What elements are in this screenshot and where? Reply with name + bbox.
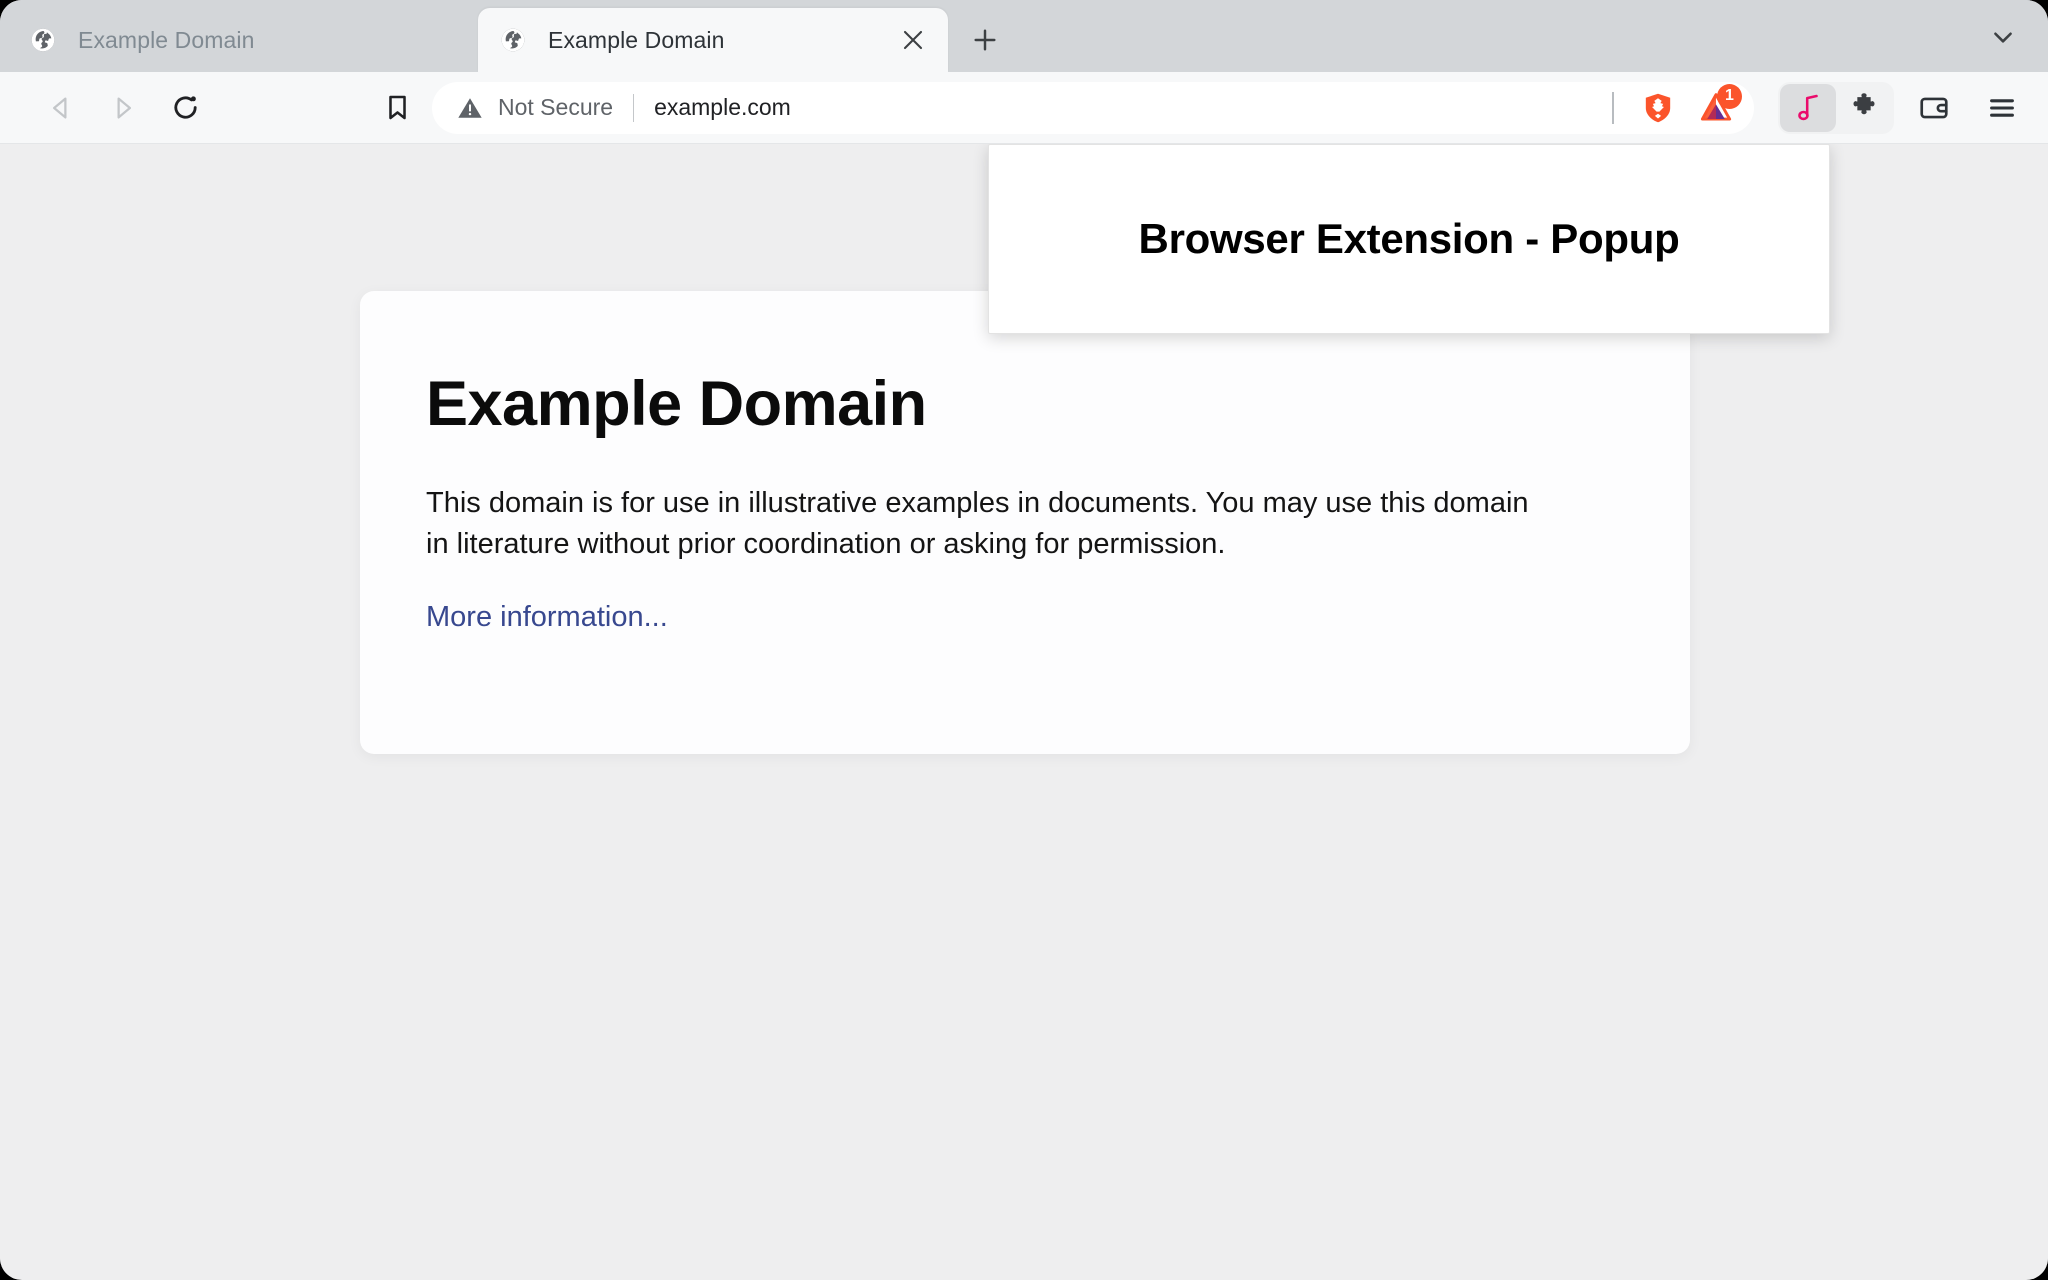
bookmark-icon	[388, 95, 406, 120]
address-bar[interactable]: Not Secure example.com 1	[432, 81, 1754, 134]
page-viewport: Example Domain This domain is for use in…	[0, 144, 2048, 1279]
page-title: Example Domain	[426, 369, 927, 439]
toolbar-actions	[1778, 81, 2030, 134]
omnibox-divider	[633, 93, 635, 122]
tab-strip: Example Domain Example Domain	[0, 0, 2048, 72]
security-indicator[interactable]: Not Secure	[456, 94, 613, 122]
extension-popup[interactable]: Browser Extension - Popup	[988, 144, 1830, 334]
wallet-button[interactable]	[1906, 84, 1962, 132]
more-information-link[interactable]: More information...	[426, 601, 668, 634]
not-secure-label: Not Secure	[498, 94, 614, 120]
back-button[interactable]	[36, 83, 86, 133]
popup-title: Browser Extension - Popup	[1138, 215, 1680, 262]
new-tab-button[interactable]	[962, 17, 1008, 63]
omnibox-actions: 1	[1612, 83, 1744, 130]
globe-icon	[501, 28, 525, 52]
forward-arrow-icon	[117, 97, 131, 118]
tab-example-domain-1[interactable]: Example Domain	[8, 8, 478, 72]
warning-triangle-icon	[458, 97, 482, 118]
forward-button[interactable]	[98, 83, 148, 133]
brave-shields-icon	[1645, 93, 1671, 122]
plus-icon	[974, 29, 996, 51]
omnibox-actions-divider	[1612, 91, 1614, 124]
close-icon[interactable]	[896, 23, 930, 57]
close-icon-glyph	[903, 30, 923, 50]
rewards-badge: 1	[1717, 83, 1742, 109]
browser-window: Example Domain Example Domain Not Secure…	[0, 0, 2048, 1280]
url-text[interactable]: example.com	[654, 94, 1600, 121]
navigation-toolbar: Not Secure example.com 1	[0, 72, 2048, 144]
tab-example-domain-2[interactable]: Example Domain	[478, 8, 948, 72]
extensions-button[interactable]	[1836, 84, 1892, 132]
app-menu-button[interactable]	[1974, 84, 2030, 132]
puzzle-piece-icon	[1853, 92, 1875, 114]
example-domain-card: Example Domain This domain is for use in…	[360, 291, 1690, 754]
tab-search-button[interactable]	[1980, 14, 2026, 60]
music-note-icon	[1798, 94, 1818, 120]
reload-icon	[173, 96, 197, 119]
tab-title: Example Domain	[548, 26, 725, 53]
music-extension-button[interactable]	[1780, 83, 1836, 132]
brave-rewards-button[interactable]: 1	[1694, 83, 1742, 130]
brave-shields-button[interactable]	[1636, 86, 1680, 130]
reload-button[interactable]	[160, 83, 210, 133]
back-arrow-icon	[53, 97, 67, 118]
extension-button-group	[1778, 81, 1894, 134]
tab-title: Example Domain	[78, 26, 255, 53]
chevron-down-icon	[1994, 32, 2012, 43]
globe-icon	[31, 28, 55, 52]
wallet-icon	[1920, 97, 1948, 118]
page-paragraph: This domain is for use in illustrative e…	[426, 487, 1529, 561]
bookmark-button[interactable]	[372, 83, 422, 133]
hamburger-menu-icon	[1990, 98, 2014, 117]
